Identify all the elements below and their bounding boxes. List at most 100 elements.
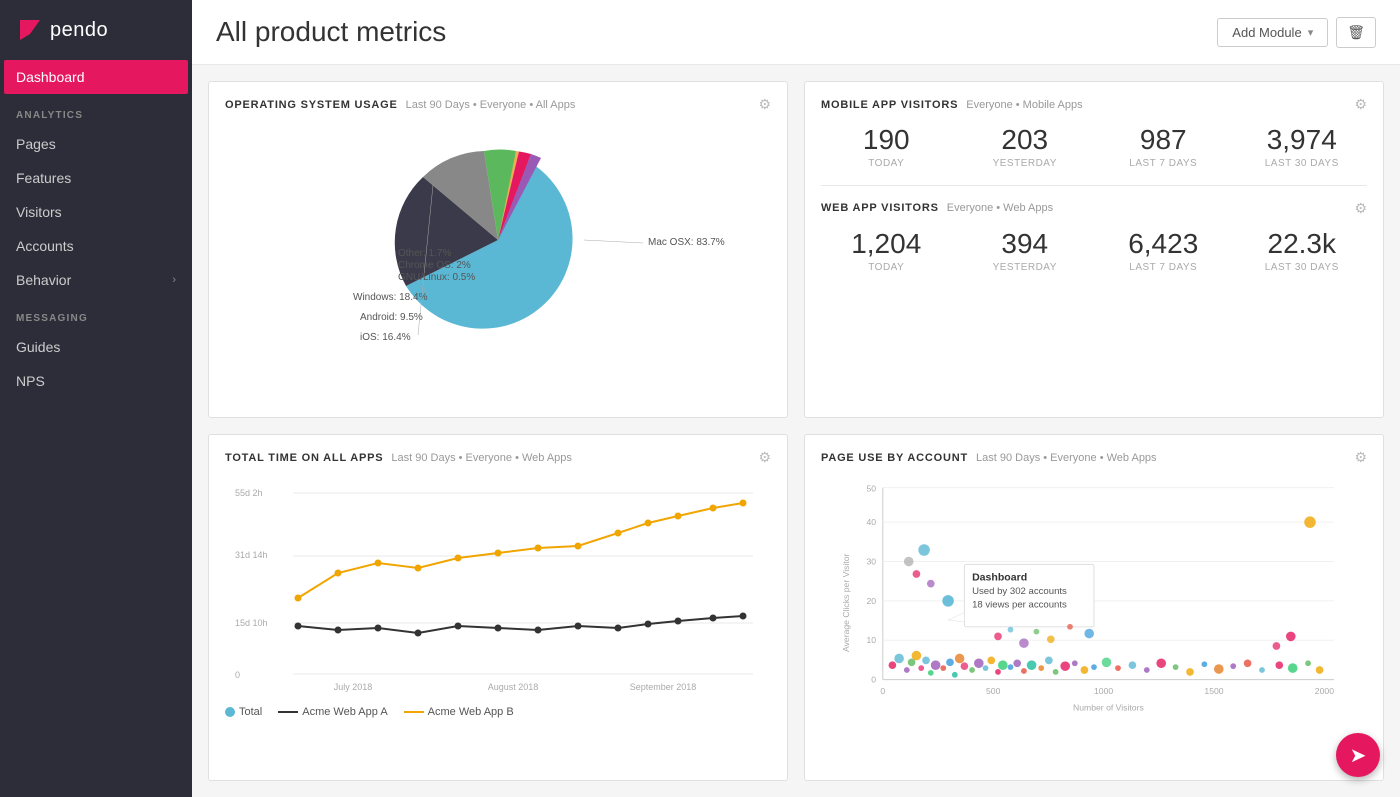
fab-button[interactable]: ➤ [1336, 733, 1380, 777]
os-widget-subtitle: Last 90 Days • Everyone • All Apps [406, 99, 576, 111]
metric-value: 22.3k [1237, 229, 1368, 260]
metric-value: 394 [960, 229, 1091, 260]
total-time-widget: TOTAL TIME ON ALL APPS Last 90 Days • Ev… [208, 434, 788, 781]
legend-line-app-a [278, 711, 298, 713]
svg-text:31d 14h: 31d 14h [235, 550, 268, 560]
svg-text:Number of Visitors: Number of Visitors [1073, 702, 1144, 712]
scatter-widget-header: PAGE USE BY ACCOUNT Last 90 Days • Every… [821, 449, 1367, 466]
svg-text:0: 0 [871, 674, 876, 684]
gear-icon[interactable]: ⚙ [758, 96, 771, 113]
legend-dot-total [225, 707, 235, 717]
svg-text:Used by 302 accounts: Used by 302 accounts [972, 586, 1067, 597]
linux-label: GNU/Linux: 0.5% [398, 272, 475, 283]
web-section-title: WEB APP VISITORS [821, 202, 939, 214]
other-label: Other: 1.7% [398, 248, 451, 259]
android-label: Android: 9.5% [360, 312, 423, 323]
web-gear-icon[interactable]: ⚙ [1354, 200, 1367, 217]
chromeos-label: Chrome OS: 2% [398, 260, 471, 271]
nav-item-features[interactable]: Features [0, 161, 192, 195]
sidebar: pendo Dashboard ANALYTICS Pages Features… [0, 0, 192, 797]
metric-7days-web: 6,423 LAST 7 DAYS [1098, 229, 1229, 273]
time-widget-header: TOTAL TIME ON ALL APPS Last 90 Days • Ev… [225, 449, 771, 466]
send-icon: ➤ [1350, 743, 1367, 768]
metric-value: 1,204 [821, 229, 952, 260]
metric-30days-mobile: 3,974 LAST 30 DAYS [1237, 125, 1368, 169]
add-module-button[interactable]: Add Module ▾ [1217, 18, 1328, 47]
metric-label: LAST 30 DAYS [1237, 158, 1368, 169]
mobile-widget-subtitle: Everyone • Mobile Apps [966, 99, 1082, 111]
header-actions: Add Module ▾ 🗑 [1217, 17, 1376, 48]
mobile-gear-icon[interactable]: ⚙ [1354, 96, 1367, 113]
scatter-gear-icon[interactable]: ⚙ [1354, 449, 1367, 466]
windows-label: Windows: 18.4% [353, 292, 428, 303]
metric-7days-mobile: 987 LAST 7 DAYS [1098, 125, 1229, 169]
metric-label: TODAY [821, 262, 952, 273]
pie-chart: Mac OSX: 83.7% Windows: 18.4% iOS: 16.4%… [225, 125, 771, 355]
nav-item-dashboard[interactable]: Dashboard [4, 60, 188, 94]
legend-app-b: Acme Web App B [404, 706, 514, 718]
svg-text:20: 20 [866, 596, 876, 606]
legend-line-app-b [404, 711, 424, 713]
scatter-chart: Average Clicks per Visitor 0 10 20 30 40… [821, 478, 1367, 718]
web-section-header: WEB APP VISITORS Everyone • Web Apps ⚙ [821, 200, 1367, 217]
os-widget-title: OPERATING SYSTEM USAGE [225, 99, 398, 111]
web-metrics-grid: 1,204 TODAY 394 YESTERDAY 6,423 LAST 7 D… [821, 229, 1367, 273]
metric-today-mobile: 190 TODAY [821, 125, 952, 169]
pendo-logo: pendo [16, 16, 108, 44]
pendo-wordmark: pendo [50, 19, 108, 42]
svg-text:18 views per accounts: 18 views per accounts [972, 600, 1067, 611]
nav-item-pages[interactable]: Pages [0, 127, 192, 161]
metric-value: 190 [821, 125, 952, 156]
divider [821, 185, 1367, 186]
metric-value: 6,423 [1098, 229, 1229, 260]
svg-text:0: 0 [235, 670, 240, 680]
time-gear-icon[interactable]: ⚙ [758, 449, 771, 466]
os-usage-widget: OPERATING SYSTEM USAGE Last 90 Days • Ev… [208, 81, 788, 418]
metric-value: 3,974 [1237, 125, 1368, 156]
svg-text:55d 2h: 55d 2h [235, 488, 263, 498]
svg-text:500: 500 [986, 686, 1001, 696]
page-use-widget: PAGE USE BY ACCOUNT Last 90 Days • Every… [804, 434, 1384, 781]
mobile-visitors-widget: MOBILE APP VISITORS Everyone • Mobile Ap… [804, 81, 1384, 418]
scatter-svg: Average Clicks per Visitor 0 10 20 30 40… [821, 478, 1367, 718]
pendo-flag-icon [16, 16, 44, 44]
svg-text:July 2018: July 2018 [334, 682, 373, 692]
metric-value: 203 [960, 125, 1091, 156]
metric-label: YESTERDAY [960, 262, 1091, 273]
legend-app-a: Acme Web App A [278, 706, 387, 718]
dashboard-grid: OPERATING SYSTEM USAGE Last 90 Days • Ev… [192, 65, 1400, 797]
mobile-widget-header: MOBILE APP VISITORS Everyone • Mobile Ap… [821, 96, 1367, 113]
svg-text:0: 0 [880, 686, 885, 696]
metric-today-web: 1,204 TODAY [821, 229, 952, 273]
nav-item-guides[interactable]: Guides [0, 330, 192, 364]
trash-icon: 🗑 [1347, 24, 1365, 40]
nav-item-nps[interactable]: NPS [0, 364, 192, 398]
svg-text:30: 30 [866, 556, 876, 566]
messaging-section-label: MESSAGING [0, 297, 192, 330]
time-widget-subtitle: Last 90 Days • Everyone • Web Apps [391, 452, 572, 464]
nav-item-accounts[interactable]: Accounts [0, 229, 192, 263]
chevron-right-icon: › [172, 274, 176, 286]
metric-label: LAST 7 DAYS [1098, 262, 1229, 273]
mobile-metrics-grid: 190 TODAY 203 YESTERDAY 987 LAST 7 DAYS … [821, 125, 1367, 169]
mac-osx-label: Mac OSX: 83.7% [648, 237, 725, 248]
metric-label: TODAY [821, 158, 952, 169]
web-section-subtitle: Everyone • Web Apps [947, 202, 1053, 214]
analytics-section-label: ANALYTICS [0, 94, 192, 127]
svg-text:40: 40 [866, 517, 876, 527]
delete-button[interactable]: 🗑 [1336, 17, 1376, 48]
main-content: All product metrics Add Module ▾ 🗑 OPERA… [192, 0, 1400, 797]
widget-header: OPERATING SYSTEM USAGE Last 90 Days • Ev… [225, 96, 771, 113]
nav-item-visitors[interactable]: Visitors [0, 195, 192, 229]
svg-text:Dashboard: Dashboard [972, 572, 1027, 584]
page-header: All product metrics Add Module ▾ 🗑 [192, 0, 1400, 65]
svg-text:2000: 2000 [1315, 686, 1334, 696]
metric-label: LAST 30 DAYS [1237, 262, 1368, 273]
page-title: All product metrics [216, 16, 446, 48]
line-chart: 55d 2h 31d 14h 15d 10h 0 July 2018 Augus… [225, 478, 771, 698]
nav-item-behavior[interactable]: Behavior › [0, 263, 192, 297]
metric-yesterday-mobile: 203 YESTERDAY [960, 125, 1091, 169]
chevron-down-icon: ▾ [1308, 26, 1314, 39]
scatter-widget-subtitle: Last 90 Days • Everyone • Web Apps [976, 452, 1157, 464]
metric-label: LAST 7 DAYS [1098, 158, 1229, 169]
